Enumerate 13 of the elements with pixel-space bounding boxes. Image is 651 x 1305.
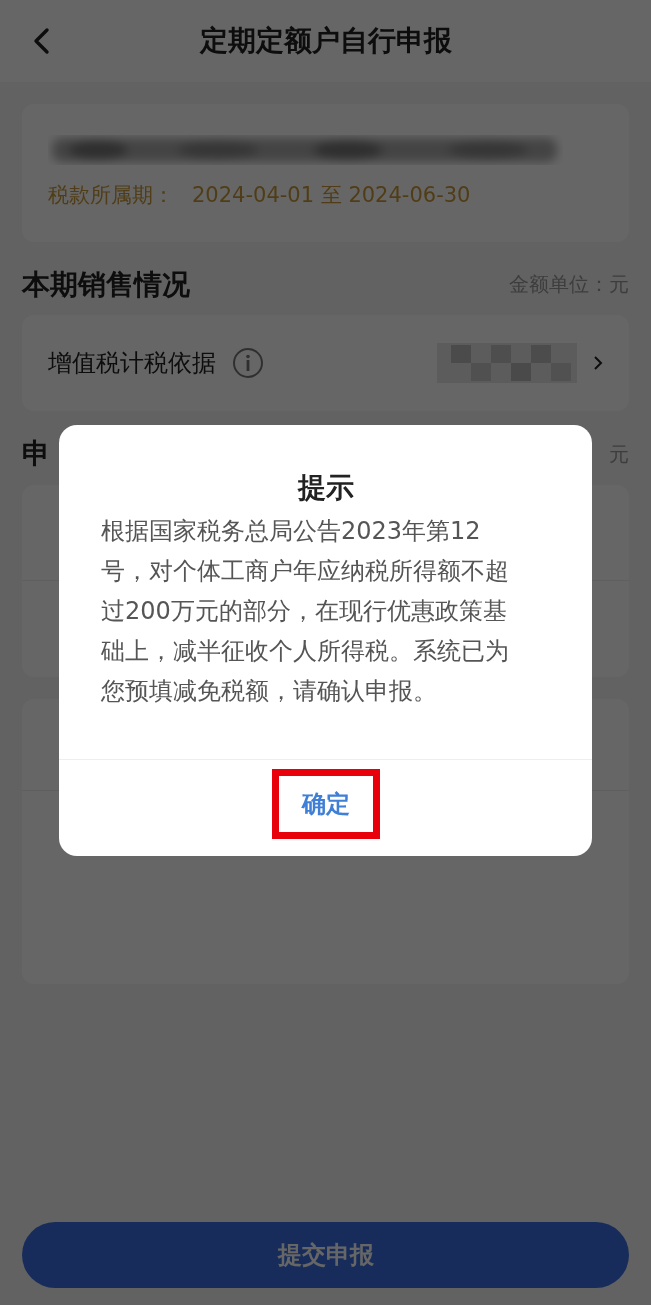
dialog-title: 提示 bbox=[296, 471, 355, 505]
period-label: 税款所属期： bbox=[48, 182, 174, 209]
period-value: 2024-04-01 至 2024-06-30 bbox=[192, 182, 471, 209]
chevron-icon bbox=[593, 355, 603, 372]
submit-button[interactable]: 提交申报 bbox=[22, 1222, 629, 1288]
row-label: 增值税计税依据 bbox=[48, 348, 216, 380]
section-title: 本期销售情况 bbox=[22, 267, 190, 302]
info-icon[interactable] bbox=[232, 347, 264, 380]
page-title: 定期定额户自行申报 bbox=[199, 24, 452, 58]
sales-row[interactable]: 增值税计税依据 bbox=[22, 315, 629, 412]
section-title: 申 bbox=[22, 437, 50, 471]
confirm-button[interactable]: 确定 bbox=[271, 768, 380, 839]
dialog-message: 根据国家税务总局公告2023年第12号，对个体工商户年应纳税所得额不超过200万元的部分，在现行优惠政策基础上，减半征收个人所得税。系统已为您预填减免税额，请确认申报。 bbox=[100, 515, 510, 707]
